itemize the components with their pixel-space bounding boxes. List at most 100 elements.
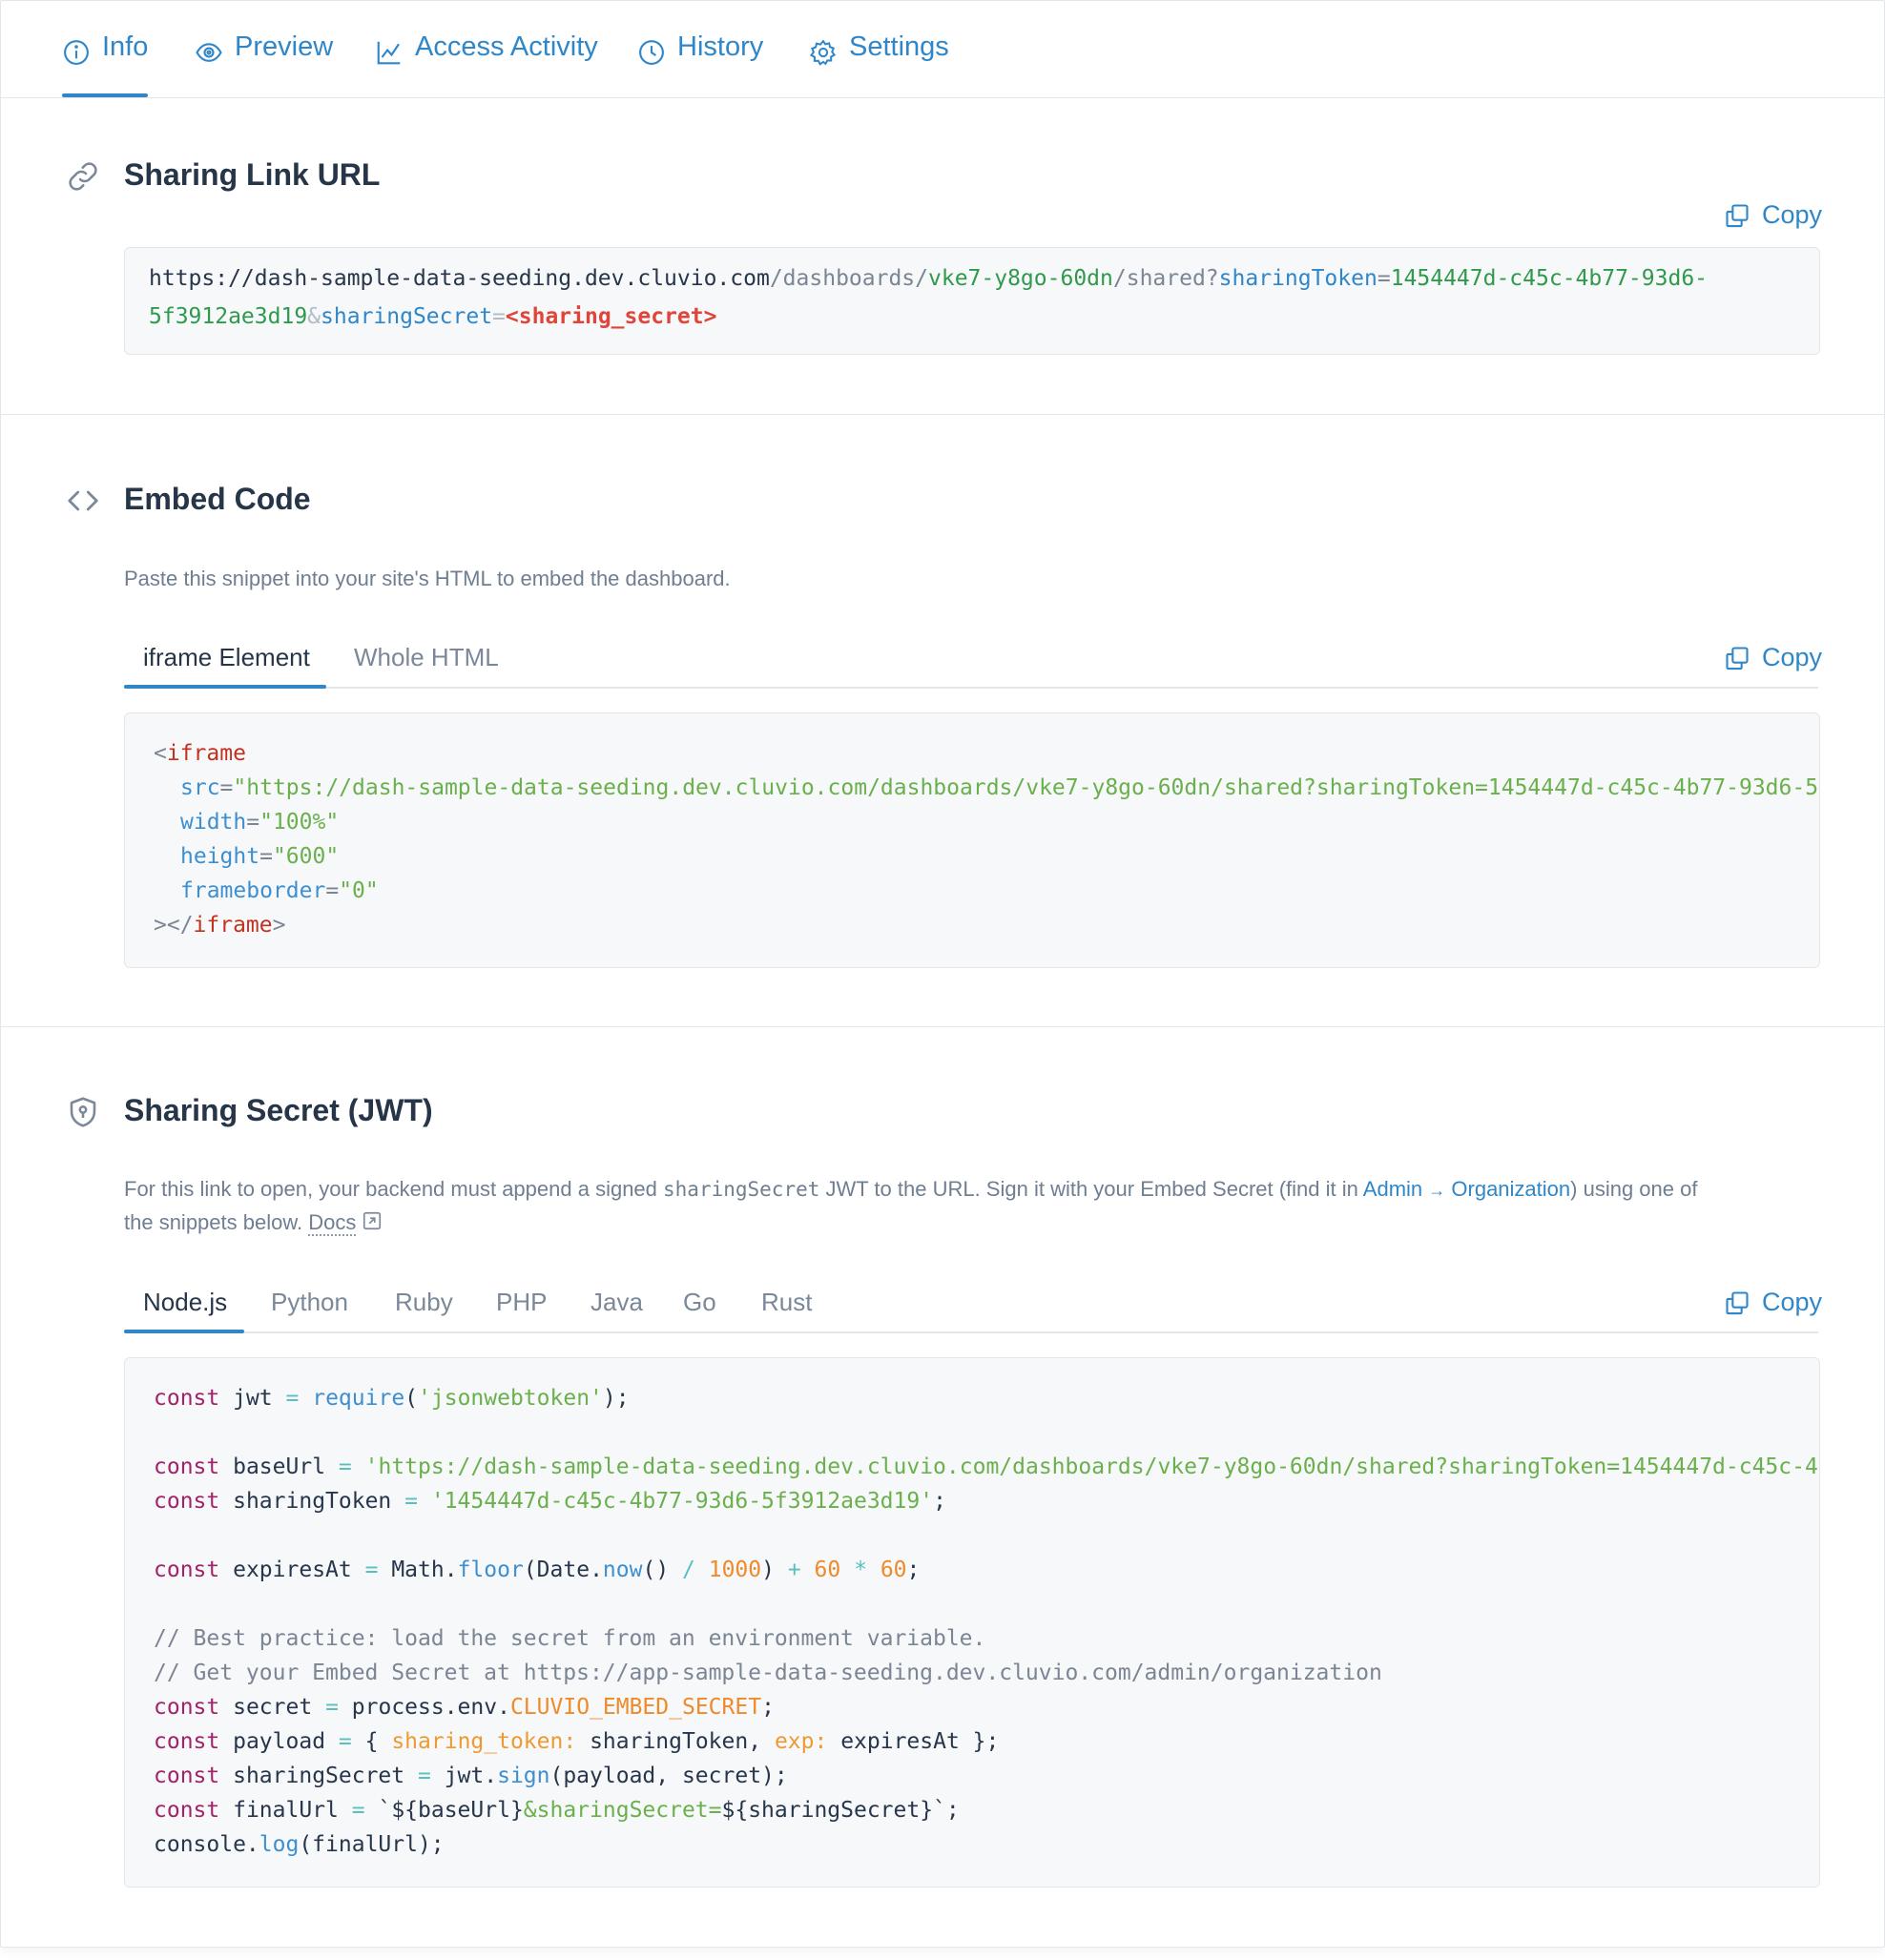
code-keyword: const [154,1798,220,1823]
code-line: const payload = { sharing_token: sharing… [154,1729,1000,1754]
jwt-code-block[interactable]: const jwt = require('jsonwebtoken'); con… [124,1357,1820,1888]
subtab-java[interactable]: Java [590,1288,643,1317]
code-line: ></iframe> [154,911,286,939]
code-icon [66,484,100,523]
copy-icon [1726,203,1749,227]
code-identifier: secret [233,1695,313,1720]
code-bracket: ></ [154,913,194,938]
subtab-go[interactable]: Go [683,1288,716,1317]
code-identifier: jwt [233,1386,273,1411]
code-operator: = [338,1729,352,1754]
code-bracket: < [154,741,167,766]
shield-keyhole-icon [66,1095,100,1134]
code-operator: + [787,1558,801,1582]
code-keyword: const [154,1764,220,1788]
embed-subtab-bar [124,687,1818,689]
tab-preview[interactable]: Preview [195,31,333,98]
copy-snippet-button[interactable]: Copy [1724,1288,1822,1317]
code-operator: = [338,1455,352,1479]
subtab-nodejs[interactable]: Node.js [143,1288,227,1317]
tab-settings[interactable]: Settings [809,31,949,98]
code-line: src="https://dash-sample-data-seeding.de… [180,774,1820,802]
tab-preview-label: Preview [235,31,334,62]
arrow-separator: → [1428,1181,1446,1200]
docs-link[interactable]: Docs [308,1210,357,1236]
subtab-php[interactable]: PHP [496,1288,547,1317]
url-dashboard-id: vke7-y8go-60dn [928,266,1113,291]
subtab-iframe-element[interactable]: iframe Element [143,643,310,672]
subtab-python[interactable]: Python [271,1288,348,1317]
code-line: const sharingToken = '1454447d-c45c-4b77… [154,1489,946,1514]
gear-icon [810,39,837,66]
subtab-rust[interactable]: Rust [761,1288,812,1317]
desc-text: ) using one of [1570,1177,1698,1201]
code-attr-value: "https://dash-sample-data-seeding.dev.cl… [233,775,1820,800]
code-operator: / [682,1558,695,1582]
code-function: require [312,1386,405,1411]
code-comment: // Best practice: load the secret from a… [154,1626,986,1651]
tab-history[interactable]: History [637,31,763,98]
subtab-ruby[interactable]: Ruby [395,1288,453,1317]
embed-code-title: Embed Code [124,482,311,516]
code-line: const secret = process.env.CLUVIO_EMBED_… [154,1695,775,1720]
code-keyword: const [154,1455,220,1479]
code-function: log [259,1832,300,1857]
code-args: (payload, secret); [549,1764,788,1788]
code-template: `; [933,1798,960,1823]
code-string: 'https://dash-sample-data-seeding.dev.cl… [364,1455,1819,1479]
code-line: const sharingSecret = jwt.sign(payload, … [154,1762,788,1790]
code-line: frameborder="0" [180,877,379,905]
code-string: 'jsonwebtoken' [418,1386,603,1411]
secret-description: For this link to open, your backend must… [124,1173,1822,1239]
code-identifier: console. [154,1832,259,1857]
code-template: ${sharingSecret} [721,1798,934,1823]
code-function: sign [497,1764,550,1788]
admin-link[interactable]: Admin [1363,1177,1422,1201]
code-identifier: expiresAt [840,1729,960,1754]
code-eq: = [325,878,340,903]
clock-icon [639,40,664,65]
code-keyword: const [154,1729,220,1754]
desc-text: the snippets below. [124,1210,309,1234]
tab-info[interactable]: Info [62,31,149,98]
code-identifier: sharingToken, [590,1729,762,1754]
tab-access-activity[interactable]: Access Activity [375,31,598,98]
code-operator: = [351,1798,365,1823]
copy-icon [1726,646,1749,670]
code-eq: = [246,810,260,835]
code-operator: = [404,1489,418,1514]
code-identifier: jwt. [444,1764,498,1788]
code-template: `${baseUrl} [378,1798,524,1823]
code-property: sharing_token: [391,1729,577,1754]
organization-link[interactable]: Organization [1451,1177,1570,1201]
url-secret-key: sharingSecret [321,304,493,329]
url-amp: & [307,304,321,329]
code-identifier: expiresAt [233,1558,352,1582]
code-operator: = [325,1695,339,1720]
url-token-key: sharingToken [1218,266,1378,291]
eye-icon [196,43,222,62]
code-identifier: finalUrl [233,1798,339,1823]
docs-label: Docs [308,1210,357,1234]
code-attr: frameborder [180,878,326,903]
sharing-url-box[interactable]: https://dash-sample-data-seeding.dev.clu… [124,247,1820,355]
copy-embed-button[interactable]: Copy [1724,643,1822,672]
code-property: exp: [774,1729,828,1754]
url-token-value-1: 1454447d-c45c-4b77-93d6- [1390,266,1709,291]
desc-text: JWT to the URL. Sign it with your Embed … [819,1177,1363,1201]
code-line: <iframe [154,739,246,768]
embed-code-block[interactable]: <iframe src="https://dash-sample-data-se… [124,712,1820,968]
url-token-value-2: 5f3912ae3d19 [149,304,308,329]
code-line: const finalUrl = `${baseUrl}&sharingSecr… [154,1796,960,1825]
copy-snippet-label: Copy [1762,1288,1823,1316]
url-host: https://dash-sample-data-seeding.dev.clu… [149,266,770,291]
code-args: (finalUrl); [299,1832,445,1857]
url-path-dashboards: /dashboards/ [769,266,928,291]
subtab-whole-html[interactable]: Whole HTML [354,643,499,672]
code-attr-value: "0" [339,878,379,903]
code-identifier: baseUrl [233,1455,326,1479]
code-template: &sharingSecret= [523,1798,722,1823]
copy-url-button[interactable]: Copy [1724,200,1822,230]
code-attr-value: "100%" [259,810,340,835]
code-number: 60 [814,1558,841,1582]
